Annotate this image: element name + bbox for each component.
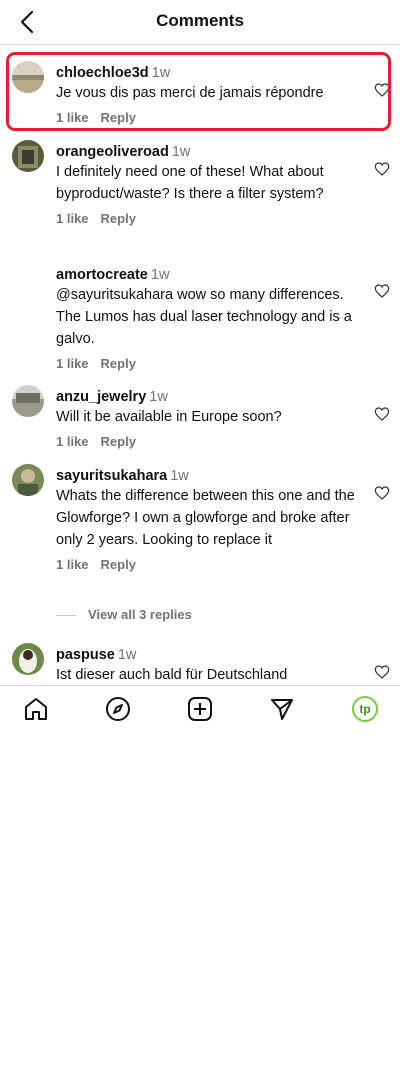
comment-text: Ist dieser auch bald für Deutschland [56,667,288,683]
avatar[interactable] [12,464,44,496]
heart-icon[interactable] [374,664,390,680]
heart-icon[interactable] [374,161,390,177]
comment-text: I definitely need one of these! What abo… [56,164,324,202]
header-bar: Comments [0,0,400,45]
comment-text: Will it be available in Europe soon? [56,409,282,425]
comment-time: 1w [117,647,137,663]
view-replies-label: View all 3 replies [88,607,192,622]
like-count[interactable]: 1 like [56,211,89,226]
selection-highlight [6,52,391,131]
comment-text: @sayuritsukahara wow so many differences… [56,287,352,347]
reply-button[interactable]: Reply [101,434,136,449]
like-count[interactable]: 1 like [56,557,89,572]
avatar[interactable] [12,643,44,675]
reply-button[interactable]: Reply [101,356,136,371]
comment-time: 1w [170,468,189,484]
comment-time: 1w [149,389,168,405]
home-icon[interactable] [23,696,49,722]
comments-list[interactable]: chloechloe3d 1w Je vous dis pas merci de … [0,45,400,685]
bottom-tab-bar: tp [0,685,400,732]
replies-divider [56,615,76,617]
comment-username[interactable]: sayuritsukahara [56,468,167,484]
comment-username[interactable]: orangeoliveroad [56,144,169,160]
comment-time: 1w [150,267,170,283]
heart-icon[interactable] [374,406,390,422]
send-icon[interactable] [269,696,295,722]
comment-username[interactable]: anzu_jewelry [56,389,146,405]
heart-icon[interactable] [374,485,390,501]
avatar[interactable] [12,385,44,417]
comment-username[interactable]: amortocreate [56,267,148,283]
heart-icon[interactable] [374,283,390,299]
view-replies-link[interactable]: View all 3 replies [56,607,192,622]
reply-button[interactable]: Reply [101,557,136,572]
avatar[interactable] [12,140,44,172]
comment-time: 1w [171,144,191,160]
profile-avatar[interactable]: tp [352,696,378,722]
like-count[interactable]: 1 like [56,356,89,371]
avatar[interactable] [12,263,44,295]
reply-button[interactable]: Reply [101,211,136,226]
page-title: Comments [156,11,244,30]
comment-text: Whats the difference between this one an… [56,488,355,548]
explore-icon[interactable] [105,696,131,722]
create-post-icon[interactable] [187,696,213,722]
like-count[interactable]: 1 like [56,434,89,449]
comment-username[interactable]: paspuse [56,647,115,663]
